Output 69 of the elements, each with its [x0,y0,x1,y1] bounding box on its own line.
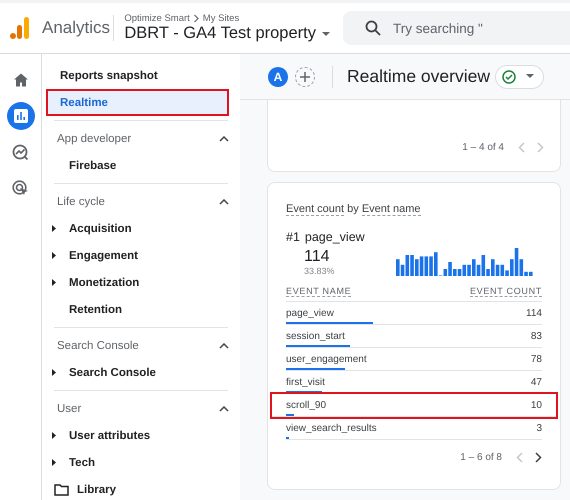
column-header[interactable]: EVENT COUNT [470,286,542,297]
pagination-text: 1 – 6 of 8 [460,452,502,463]
nav-item[interactable]: User attributes [69,430,150,442]
expand-arrow-icon[interactable] [52,279,56,286]
event-count-value: 114 [304,248,331,266]
chevron-up-icon [219,406,229,412]
caret-icon [321,30,331,36]
chevron-up-icon [219,342,229,348]
pagination-text: 1 – 4 of 4 [462,142,504,153]
nav-item[interactable]: Reports snapshot [46,62,229,89]
search-field[interactable]: Try searching " [343,11,570,45]
chevron-up-icon [219,136,229,142]
nav-section-header[interactable]: App developer [57,125,229,152]
table-cell: 10 [530,400,542,411]
table-cell: 47 [530,377,542,388]
search-icon [365,20,381,36]
table-cell: scroll_90 [286,400,326,411]
avatar[interactable]: A [268,66,288,86]
table-cell: user_engagement [286,354,367,365]
nav-item[interactable]: Retention [69,304,122,316]
table-cell: 78 [530,354,542,365]
expand-arrow-icon[interactable] [52,225,56,232]
folder-icon [54,484,69,496]
next-page-button[interactable] [535,452,542,463]
column-header[interactable]: EVENT NAME [286,286,352,297]
trend-magnifier-icon [12,144,29,160]
nav-section-header[interactable]: User [57,395,229,422]
breadcrumb-link[interactable]: My Sites [202,13,240,24]
table-cell: page_view [286,308,334,319]
nav-section-header[interactable]: Search Console [57,332,229,359]
nav-item[interactable]: Engagement [69,250,138,262]
product-name: Analytics [42,18,110,38]
home-icon [12,72,28,88]
nav-item[interactable]: Realtime [46,89,229,116]
table-cell: view_search_results [286,423,377,434]
nav-item[interactable]: Library [77,484,116,496]
nav-section-header[interactable]: Life cycle [57,188,229,215]
expand-arrow-icon[interactable] [52,432,56,439]
top-event-name: page_view [304,230,365,244]
chevron-up-icon [219,198,229,204]
table-cell: 114 [526,308,542,319]
page-title: Realtime overview [347,66,490,87]
share-percentage: 33.83% [304,266,335,276]
plus-icon [299,70,311,82]
expand-arrow-icon[interactable] [52,459,56,466]
table-cell: 83 [530,331,542,342]
target-cursor-icon [12,180,29,196]
card-title: Event count by Event name [286,203,422,215]
caret-icon [526,74,534,79]
table-cell: 3 [536,423,542,434]
chevron-right-icon [192,14,200,23]
expand-arrow-icon[interactable] [52,252,56,259]
nav-item[interactable]: Monetization [69,276,140,288]
status-dropdown[interactable] [494,64,544,88]
rank-label: #1 [286,230,300,244]
expand-arrow-icon[interactable] [52,369,56,376]
breadcrumb-link[interactable]: Optimize Smart [124,13,190,24]
property-selector[interactable]: DBRT - GA4 Test property [124,24,331,43]
nav-item[interactable]: Firebase [69,160,116,172]
check-circle-icon [502,70,516,84]
reports-button[interactable] [6,102,34,130]
bar-chart-icon [14,109,28,123]
nav-item[interactable]: Search Console [69,366,156,378]
nav-item[interactable]: Tech [69,456,95,468]
table-cell: session_start [286,331,345,342]
bar-chart-logo-icon [10,16,30,40]
nav-item[interactable]: Acquisition [69,222,132,234]
add-comparison-button[interactable] [295,66,315,86]
table-cell: first_visit [286,377,325,388]
